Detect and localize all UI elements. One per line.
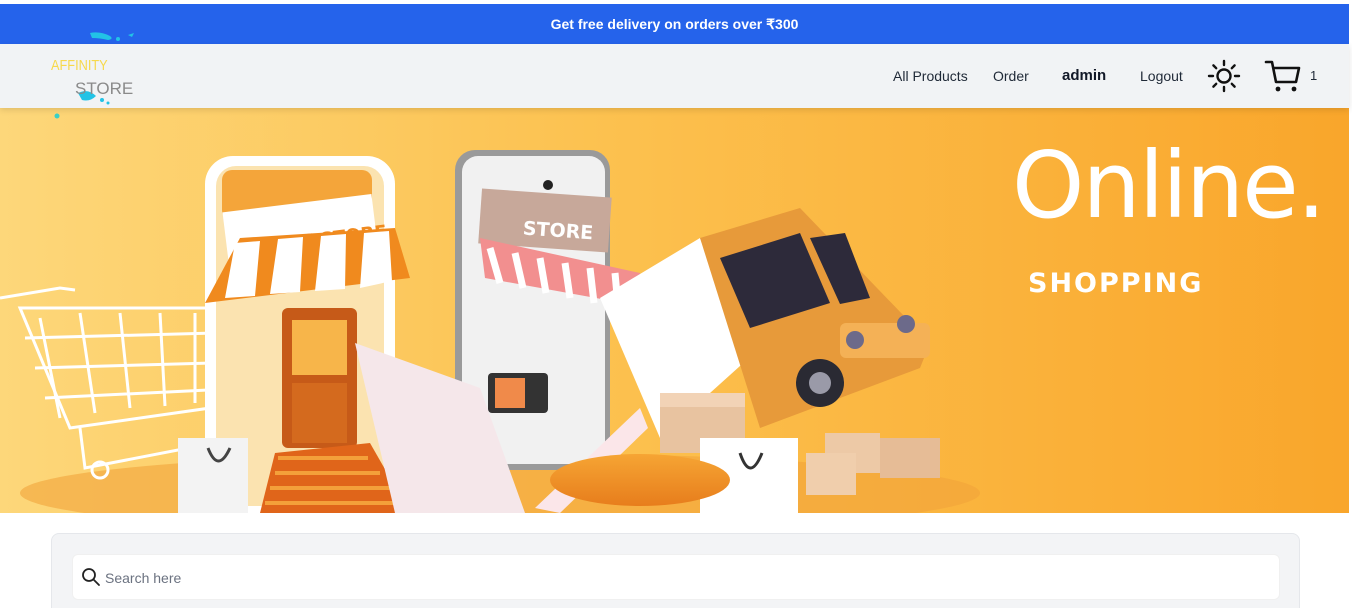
logo-text-store: STORE	[75, 79, 134, 98]
page: Get free delivery on orders over ₹300 Al…	[0, 0, 1352, 608]
logo-splash	[54, 32, 134, 119]
nav-order[interactable]: Order	[993, 68, 1029, 84]
hero-subtitle: SHOPPING	[1028, 268, 1204, 299]
hero-banner: ONLINE STORE STORE	[0, 108, 1349, 513]
nav-logout[interactable]: Logout	[1140, 68, 1183, 84]
cart-count-badge[interactable]: 1	[1310, 68, 1317, 83]
nav-user-admin[interactable]: admin	[1062, 67, 1106, 84]
promo-bar: Get free delivery on orders over ₹300	[0, 4, 1349, 44]
navbar: All Products Order admin Logout 1	[0, 44, 1349, 108]
cart-icon[interactable]	[1264, 58, 1302, 94]
promo-text: Get free delivery on orders over ₹300	[550, 15, 799, 32]
search-box[interactable]	[72, 554, 1280, 601]
search-input[interactable]	[103, 555, 1267, 601]
sun-icon[interactable]	[1207, 59, 1241, 93]
hero-title: Online.	[1012, 132, 1326, 239]
search-panel	[51, 533, 1300, 608]
logo[interactable]: AFFINITY STORE	[48, 30, 148, 120]
nav-all-products[interactable]: All Products	[893, 68, 968, 84]
logo-text-affinity: AFFINITY	[51, 57, 108, 74]
search-icon	[81, 567, 101, 587]
